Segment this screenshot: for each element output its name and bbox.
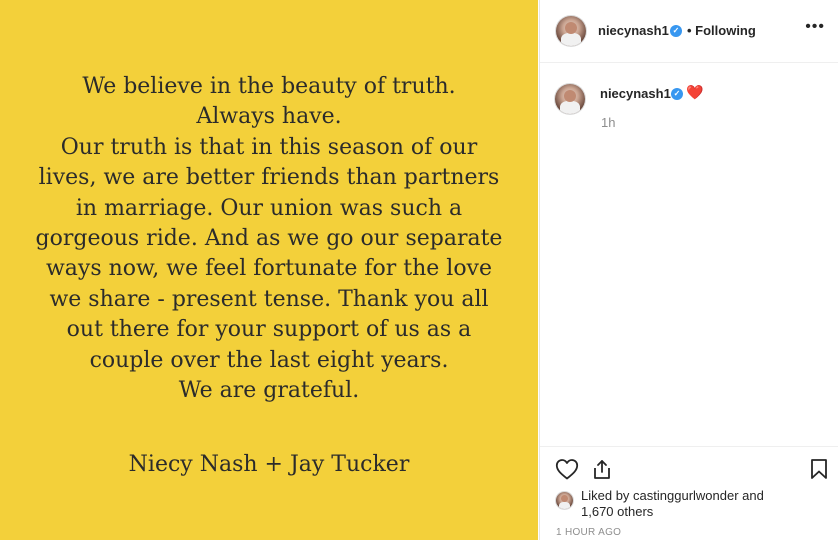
post-actions: Liked by castinggurlwonder and 1,670 oth… [540, 446, 838, 541]
verified-badge-icon: ✓ [671, 88, 683, 100]
liked-others-link[interactable]: 1,670 others [581, 504, 653, 519]
share-icon[interactable] [591, 458, 613, 485]
quote-line: couple over the last eight years. [89, 347, 449, 373]
liked-prefix: Liked by [581, 488, 634, 503]
quote-line: Our truth is that in this season of our [60, 134, 478, 160]
verified-badge-icon: ✓ [670, 25, 682, 37]
post-sidebar: niecynash1 ✓ • Following ••• niecynash1 … [539, 0, 838, 540]
quote-line: in marriage. Our union was such a [75, 195, 463, 221]
header-username[interactable]: niecynash1 [598, 23, 669, 38]
liked-by-avatar[interactable] [556, 492, 573, 509]
quote-line: We are grateful. [178, 378, 360, 404]
liked-user-link[interactable]: castinggurlwonder [633, 488, 739, 503]
quote-line: We believe in the beauty of truth. [82, 74, 456, 99]
heart-outline-icon[interactable] [555, 458, 579, 485]
post-timestamp[interactable]: 1 HOUR AGO [556, 527, 621, 538]
quote-line: we share - present tense. Thank you all [49, 286, 489, 312]
post-header: niecynash1 ✓ • Following ••• [540, 0, 838, 63]
post-image: We believe in the beauty of truth. Alway… [0, 0, 538, 540]
quote-line: out there for your support of us as a [66, 317, 472, 343]
profile-avatar[interactable] [556, 16, 586, 46]
comment-time[interactable]: 1h [601, 115, 615, 130]
liked-and: and [738, 488, 764, 503]
comment-username[interactable]: niecynash1 [600, 86, 671, 101]
heart-emoji: ❤️ [686, 84, 704, 100]
quote-line: gorgeous ride. And as we go our separate [35, 226, 503, 252]
liked-by-text: Liked by castinggurlwonder and 1,670 oth… [581, 488, 811, 520]
bookmark-icon[interactable] [810, 458, 828, 485]
more-icon[interactable]: ••• [805, 18, 825, 36]
comment-avatar[interactable] [555, 84, 585, 114]
post-quote-text: We believe in the beauty of truth. Alway… [0, 72, 538, 406]
quote-line: ways now, we feel fortunate for the love [45, 256, 493, 282]
following-status[interactable]: • Following [687, 23, 756, 38]
quote-line: Always have. [196, 104, 342, 130]
post-signature: Niecy Nash + Jay Tucker [128, 452, 410, 477]
quote-line: lives, we are better friends than partne… [38, 165, 500, 191]
